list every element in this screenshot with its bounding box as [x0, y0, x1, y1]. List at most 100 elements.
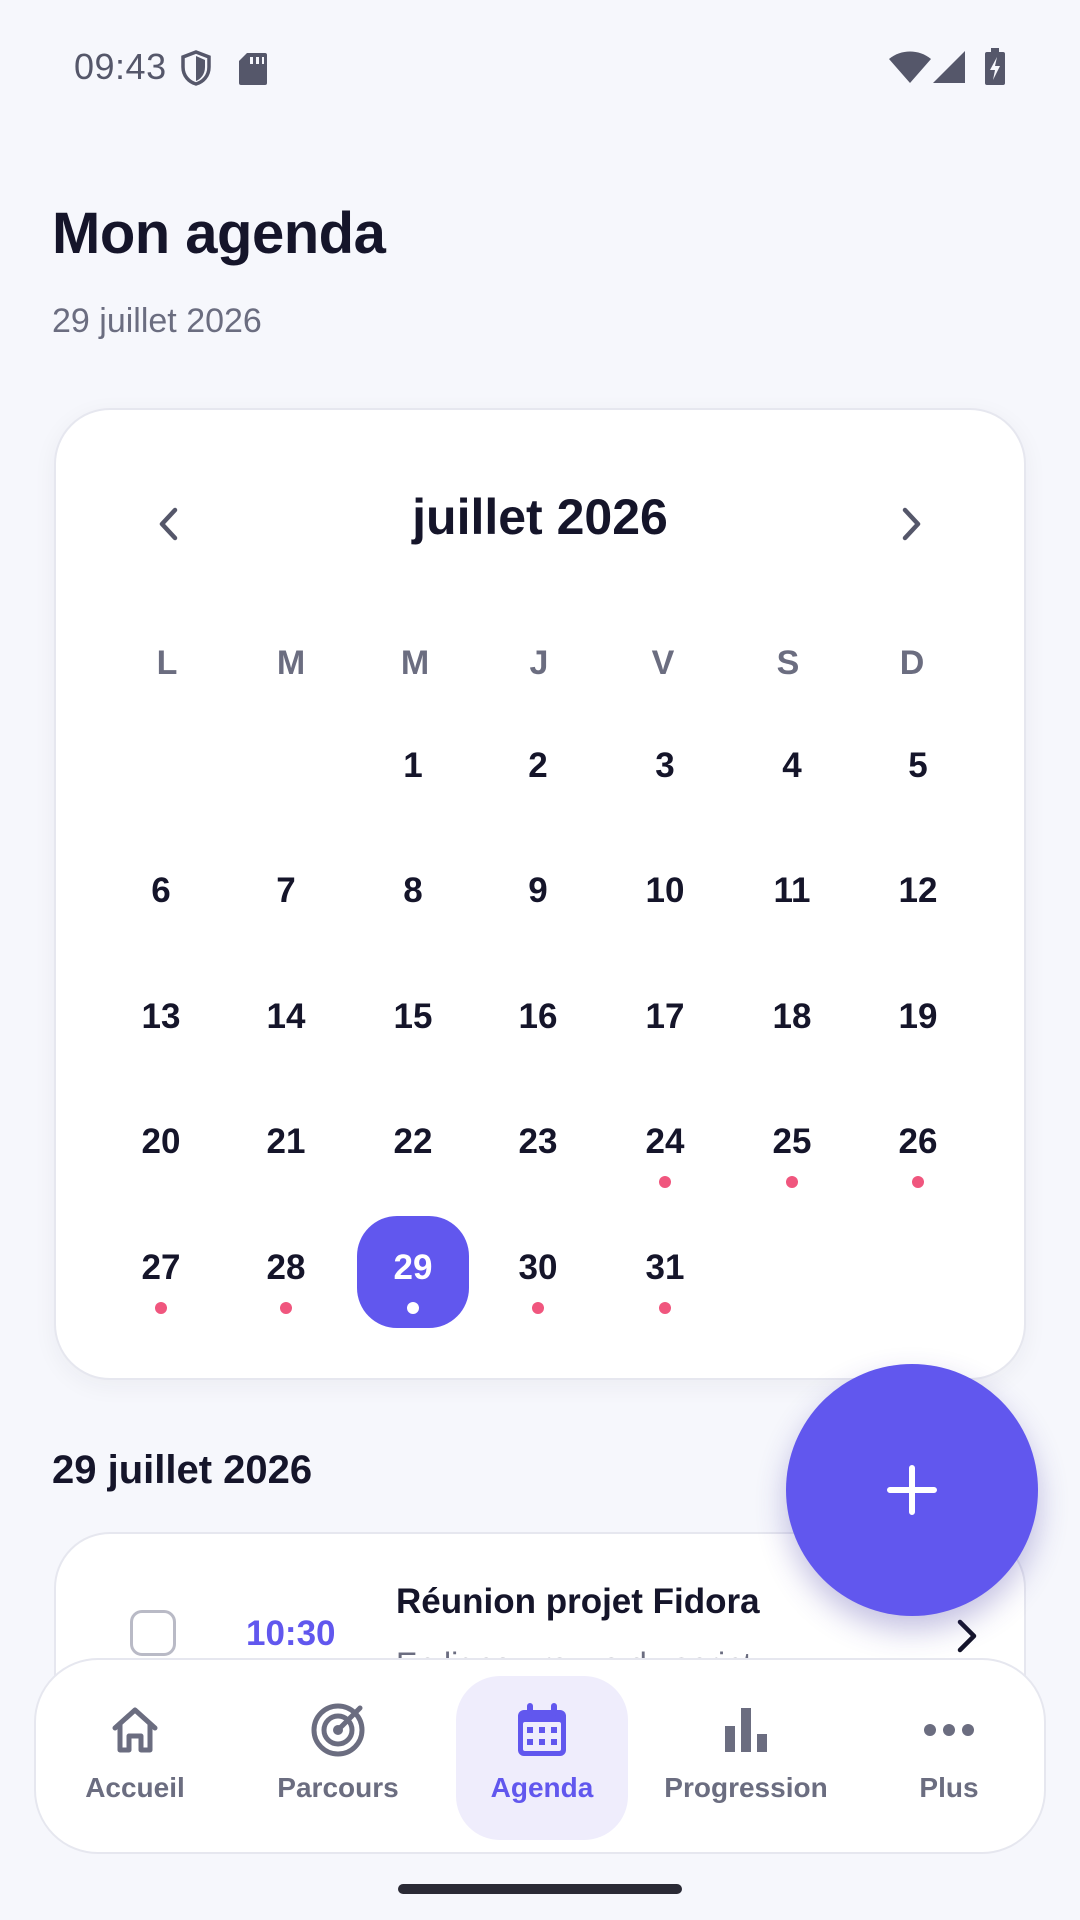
calendar-day[interactable]: 21 — [230, 1090, 342, 1202]
calendar-day-number: 31 — [645, 1248, 685, 1287]
calendar-day-number: 17 — [645, 997, 685, 1036]
calendar-day-number: 3 — [655, 746, 675, 785]
event-checkbox[interactable] — [130, 1610, 176, 1656]
weekday-label: M — [276, 644, 306, 682]
event-indicator-dot — [155, 1302, 167, 1314]
section-date-title: 29 juillet 2026 — [52, 1448, 313, 1492]
add-event-button[interactable] — [786, 1364, 1038, 1616]
calendar-day-number: 4 — [782, 746, 802, 785]
calendar-day[interactable]: 12 — [862, 839, 974, 951]
event-indicator-dot — [532, 1302, 544, 1314]
calendar-day[interactable]: 7 — [230, 839, 342, 951]
bar-chart-icon — [716, 1700, 776, 1760]
calendar-day-number: 21 — [266, 1122, 306, 1161]
calendar-day[interactable]: 8 — [357, 839, 469, 951]
calendar-day[interactable]: 2 — [482, 714, 594, 826]
calendar-day-number: 29 — [393, 1248, 433, 1287]
nav-item-parcours[interactable]: Parcours — [252, 1676, 424, 1840]
calendar-day-number: 13 — [141, 997, 181, 1036]
calendar-day[interactable]: 31 — [609, 1216, 721, 1328]
page-title: Mon agenda — [52, 201, 386, 266]
calendar-day[interactable]: 19 — [862, 965, 974, 1077]
calendar-day[interactable]: 16 — [482, 965, 594, 1077]
calendar-day[interactable]: 23 — [482, 1090, 594, 1202]
calendar-day-number: 19 — [898, 997, 938, 1036]
calendar-day[interactable]: 27 — [105, 1216, 217, 1328]
nav-item-plus[interactable]: Plus — [863, 1676, 1035, 1840]
calendar-day[interactable]: 25 — [736, 1090, 848, 1202]
calendar-day[interactable]: 13 — [105, 965, 217, 1077]
calendar-day[interactable]: 6 — [105, 839, 217, 951]
calendar-day-number: 10 — [645, 871, 685, 910]
calendar-day[interactable]: 3 — [609, 714, 721, 826]
calendar-day[interactable]: 10 — [609, 839, 721, 951]
plus-icon — [887, 1465, 937, 1515]
signal-icon — [933, 51, 965, 83]
status-time: 09:43 — [74, 46, 167, 87]
home-indicator[interactable] — [398, 1884, 682, 1894]
calendar-day-number: 25 — [772, 1122, 812, 1161]
calendar-day-number: 14 — [266, 997, 306, 1036]
calendar-day-number: 2 — [528, 746, 548, 785]
weekday-label: J — [529, 644, 549, 682]
event-indicator-dot — [659, 1176, 671, 1188]
calendar-day-number: 9 — [528, 871, 548, 910]
calendar-day[interactable]: 4 — [736, 714, 848, 826]
calendar-day[interactable]: 18 — [736, 965, 848, 1077]
wifi-icon — [889, 51, 931, 83]
next-month-button[interactable] — [882, 484, 942, 564]
calendar-day[interactable]: 5 — [862, 714, 974, 826]
calendar-day-number: 16 — [518, 997, 558, 1036]
calendar-day-number: 26 — [898, 1122, 938, 1161]
calendar-day[interactable]: 15 — [357, 965, 469, 1077]
calendar-day[interactable]: 17 — [609, 965, 721, 1077]
calendar-day[interactable]: 22 — [357, 1090, 469, 1202]
sd-card-icon — [239, 53, 267, 85]
calendar-day-number: 30 — [518, 1248, 558, 1287]
nav-label-progression: Progression — [664, 1772, 828, 1803]
calendar-day[interactable]: 9 — [482, 839, 594, 951]
calendar-day[interactable]: 11 — [736, 839, 848, 951]
weekday-label: M — [400, 644, 430, 682]
battery-charging-icon — [985, 48, 1005, 85]
calendar-day[interactable]: 28 — [230, 1216, 342, 1328]
status-bar: 09:43 — [0, 0, 1080, 136]
more-icon — [919, 1700, 979, 1760]
calendar-day[interactable]: 26 — [862, 1090, 974, 1202]
calendar-icon — [512, 1700, 572, 1760]
shield-icon — [181, 50, 211, 86]
calendar-day-number: 11 — [773, 871, 811, 910]
weekday-label: S — [776, 644, 800, 682]
nav-item-accueil[interactable]: Accueil — [49, 1676, 221, 1840]
weekday-label: V — [651, 644, 675, 682]
home-icon — [105, 1700, 165, 1760]
calendar-day-number: 15 — [393, 997, 433, 1036]
event-time: 10:30 — [246, 1614, 336, 1653]
target-icon — [308, 1700, 368, 1760]
calendar-day[interactable]: 14 — [230, 965, 342, 1077]
event-indicator-dot — [659, 1302, 671, 1314]
event-title: Réunion projet Fidora — [396, 1582, 760, 1621]
event-indicator-dot — [280, 1302, 292, 1314]
calendar-day[interactable]: 30 — [482, 1216, 594, 1328]
calendar-day-number: 8 — [403, 871, 423, 910]
calendar-day-number: 18 — [772, 997, 812, 1036]
calendar-day-number: 28 — [266, 1248, 306, 1287]
calendar-day[interactable]: 20 — [105, 1090, 217, 1202]
nav-label-plus: Plus — [919, 1772, 979, 1803]
nav-item-progression[interactable]: Progression — [660, 1676, 832, 1840]
calendar-day-number: 12 — [898, 871, 938, 910]
event-indicator-dot — [912, 1176, 924, 1188]
calendar-day[interactable]: 1 — [357, 714, 469, 826]
event-indicator-dot — [786, 1176, 798, 1188]
weekday-label: L — [156, 644, 178, 682]
calendar-day[interactable]: 24 — [609, 1090, 721, 1202]
nav-item-agenda[interactable]: Agenda — [456, 1676, 628, 1840]
chevron-right-icon — [902, 507, 921, 541]
chevron-right-icon — [957, 1619, 977, 1653]
calendar-day[interactable]: 29 — [357, 1216, 469, 1328]
calendar-day-number: 7 — [276, 871, 296, 910]
nav-label-agenda: Agenda — [490, 1772, 594, 1803]
nav-label-accueil: Accueil — [85, 1772, 185, 1803]
page-date: 29 juillet 2026 — [52, 302, 262, 340]
